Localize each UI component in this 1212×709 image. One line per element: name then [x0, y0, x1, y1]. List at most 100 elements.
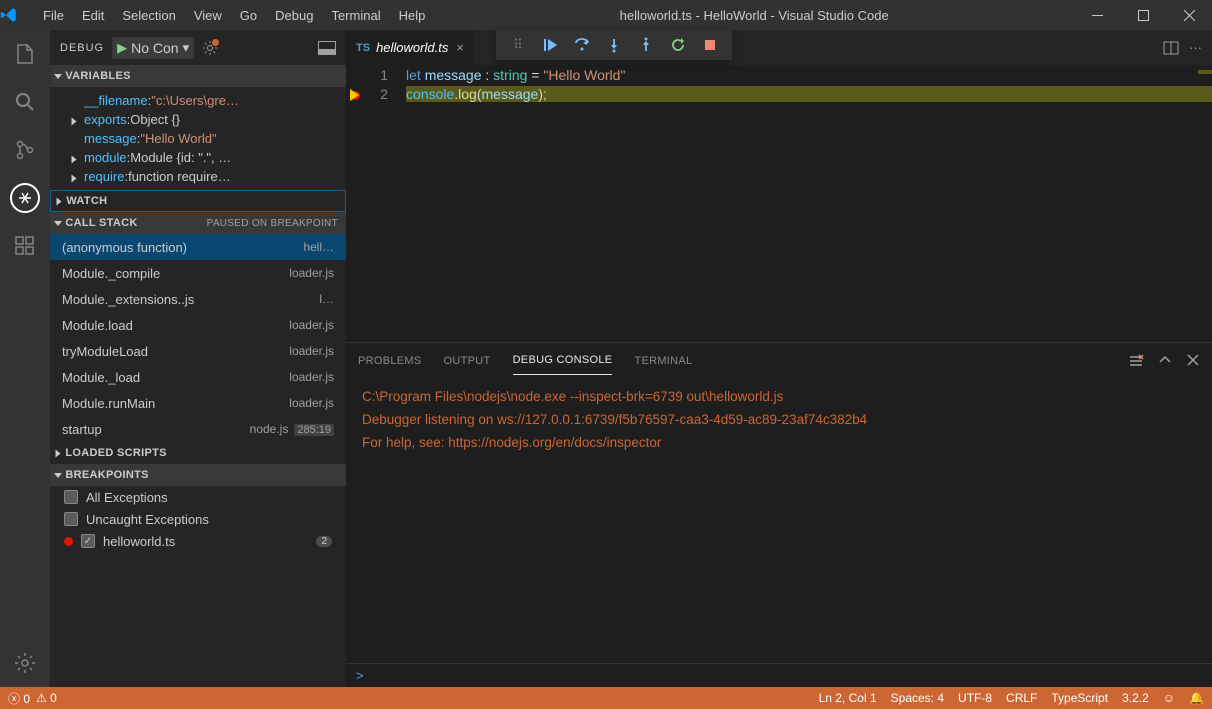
bp-dot-icon: [64, 537, 73, 546]
status-bell-icon[interactable]: 🔔: [1189, 691, 1204, 705]
debug-toolbar[interactable]: ⠿: [496, 30, 732, 60]
menu-debug[interactable]: Debug: [266, 4, 322, 27]
loaded-scripts-label: LOADED SCRIPTS: [65, 447, 166, 459]
tab-terminal[interactable]: TERMINAL: [634, 347, 692, 375]
tab-problems[interactable]: PROBLEMS: [358, 347, 422, 375]
start-debug-icon[interactable]: ▶: [117, 40, 127, 56]
variables-label: VARIABLES: [65, 70, 130, 82]
maximize-button[interactable]: [1120, 0, 1166, 30]
debug-settings-icon[interactable]: [202, 40, 218, 56]
stack-row[interactable]: Module._extensions..js l…: [50, 286, 346, 312]
collapse-panel-icon[interactable]: [1158, 353, 1172, 369]
status-feedback-icon[interactable]: ☺: [1163, 691, 1175, 705]
debug-icon[interactable]: [0, 174, 50, 222]
line-number: 1: [346, 67, 406, 83]
extensions-icon[interactable]: [0, 222, 50, 270]
stack-row[interactable]: (anonymous function) hell…: [50, 234, 346, 260]
debug-label: DEBUG: [60, 42, 104, 54]
menu-help[interactable]: Help: [390, 4, 435, 27]
drag-handle-icon[interactable]: ⠿: [502, 31, 534, 59]
menu-file[interactable]: File: [34, 4, 73, 27]
bp-count: 2: [316, 536, 332, 547]
current-line-arrow: [350, 89, 359, 101]
watch-label: WATCH: [66, 195, 107, 207]
section-variables[interactable]: VARIABLES: [50, 65, 346, 87]
stack-row[interactable]: Module.loadloader.js: [50, 312, 346, 338]
bp-checkbox[interactable]: [64, 490, 78, 504]
section-watch[interactable]: WATCH: [50, 190, 346, 212]
var-row[interactable]: require: function require…: [50, 167, 346, 186]
overview-ruler: [1198, 70, 1212, 74]
stack-row[interactable]: tryModuleLoadloader.js: [50, 338, 346, 364]
var-row[interactable]: message: "Hello World": [50, 129, 346, 148]
ts-file-icon: TS: [356, 42, 370, 54]
stop-icon[interactable]: [694, 31, 726, 59]
status-ts-version[interactable]: 3.2.2: [1122, 691, 1149, 705]
var-row[interactable]: __filename: "c:\Users\gre…: [50, 91, 346, 110]
bottom-panel: PROBLEMS OUTPUT DEBUG CONSOLE TERMINAL C…: [346, 342, 1212, 687]
editor-tab[interactable]: TS helloworld.ts ×: [346, 30, 475, 65]
activity-bar: [0, 30, 50, 687]
split-editor-icon[interactable]: [1163, 40, 1179, 56]
minimize-button[interactable]: [1074, 0, 1120, 30]
debug-config-select[interactable]: ▶ No Con ▾: [112, 37, 194, 59]
debug-console-output[interactable]: C:\Program Files\nodejs\node.exe --inspe…: [346, 378, 1212, 463]
search-icon[interactable]: [0, 78, 50, 126]
restart-icon[interactable]: [662, 31, 694, 59]
status-spaces[interactable]: Spaces: 4: [891, 691, 944, 705]
config-name: No Con: [131, 40, 178, 56]
debug-sidebar: DEBUG ▶ No Con ▾ VARIABLES __filename: "…: [50, 30, 346, 687]
stack-row[interactable]: Module._loadloader.js: [50, 364, 346, 390]
step-over-icon[interactable]: [566, 31, 598, 59]
more-actions-icon[interactable]: ···: [1189, 40, 1202, 55]
callstack-label: CALL STACK: [65, 217, 137, 229]
continue-icon[interactable]: [534, 31, 566, 59]
tab-output[interactable]: OUTPUT: [444, 347, 491, 375]
bp-checkbox[interactable]: [64, 512, 78, 526]
debug-console-input[interactable]: >: [346, 663, 1212, 687]
stack-row[interactable]: Module._compileloader.js: [50, 260, 346, 286]
status-cursor[interactable]: Ln 2, Col 1: [819, 691, 877, 705]
breakpoints-label: BREAKPOINTS: [65, 469, 148, 481]
debug-console-toggle[interactable]: [318, 41, 336, 55]
bp-checkbox[interactable]: ✓: [81, 534, 95, 548]
status-encoding[interactable]: UTF-8: [958, 691, 992, 705]
scm-icon[interactable]: [0, 126, 50, 174]
vscode-logo: [0, 6, 34, 24]
status-eol[interactable]: CRLF: [1006, 691, 1037, 705]
section-loaded-scripts[interactable]: LOADED SCRIPTS: [50, 442, 346, 464]
tab-name: helloworld.ts: [376, 40, 448, 55]
bp-row[interactable]: Uncaught Exceptions: [50, 508, 346, 530]
clear-console-icon[interactable]: [1128, 353, 1144, 369]
status-language[interactable]: TypeScript: [1051, 691, 1108, 705]
code-area[interactable]: 1 let message : string = "Hello World" 2…: [346, 65, 1212, 103]
step-out-icon[interactable]: [630, 31, 662, 59]
window-title: helloworld.ts - HelloWorld - Visual Stud…: [434, 8, 1074, 23]
close-button[interactable]: [1166, 0, 1212, 30]
menu-view[interactable]: View: [185, 4, 231, 27]
var-row[interactable]: exports: Object {}: [50, 110, 346, 129]
close-panel-icon[interactable]: [1186, 353, 1200, 369]
paused-label: PAUSED ON BREAKPOINT: [207, 218, 338, 229]
bp-row[interactable]: ✓helloworld.ts2: [50, 530, 346, 552]
stack-row[interactable]: Module.runMainloader.js: [50, 390, 346, 416]
tab-debug-console[interactable]: DEBUG CONSOLE: [513, 346, 613, 375]
menu-selection[interactable]: Selection: [113, 4, 184, 27]
menu-terminal[interactable]: Terminal: [322, 4, 389, 27]
tab-close-icon[interactable]: ×: [456, 40, 464, 55]
explorer-icon[interactable]: [0, 30, 50, 78]
settings-gear-icon[interactable]: [0, 639, 50, 687]
menu-edit[interactable]: Edit: [73, 4, 113, 27]
menu-go[interactable]: Go: [231, 4, 266, 27]
debug-header: DEBUG ▶ No Con ▾: [50, 30, 346, 65]
line-number: 2: [346, 86, 406, 102]
editor: ⠿ TS helloworld.ts × ··· 1 let message :…: [346, 30, 1212, 687]
status-errors[interactable]: ⓧ 0: [8, 690, 30, 707]
status-warnings[interactable]: ⚠ 0: [36, 691, 57, 705]
section-callstack[interactable]: CALL STACK PAUSED ON BREAKPOINT: [50, 212, 346, 234]
stack-row[interactable]: startupnode.js285:19: [50, 416, 346, 442]
var-row[interactable]: module: Module {id: ".", …: [50, 148, 346, 167]
section-breakpoints[interactable]: BREAKPOINTS: [50, 464, 346, 486]
bp-row[interactable]: All Exceptions: [50, 486, 346, 508]
step-into-icon[interactable]: [598, 31, 630, 59]
